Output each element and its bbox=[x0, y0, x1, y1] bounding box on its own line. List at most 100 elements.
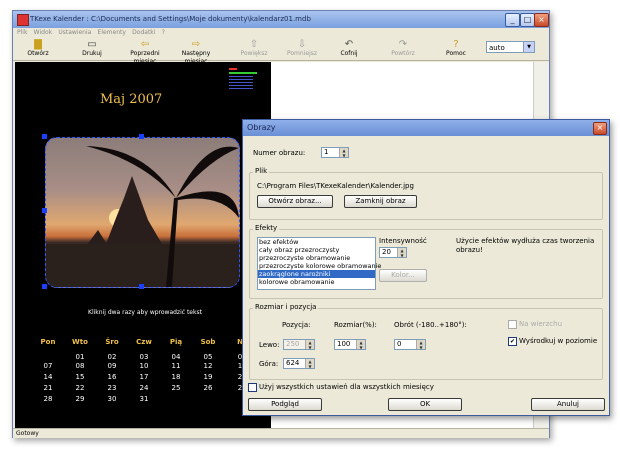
list-item[interactable]: kolorowe obramowanie bbox=[258, 278, 375, 286]
day-cell: 04 bbox=[171, 353, 181, 361]
close-button[interactable]: × bbox=[534, 13, 549, 27]
intensity-stepper[interactable]: 20 ▲ ▼ bbox=[379, 247, 407, 258]
effects-listbox[interactable]: bez efektów cały obraz przezroczysty prz… bbox=[257, 237, 381, 290]
dialog-title-bar[interactable]: Obrazy × bbox=[243, 120, 609, 136]
menu-elements[interactable]: Elementy bbox=[98, 28, 126, 38]
day-cell: 22 bbox=[75, 384, 85, 392]
resize-handle-n[interactable] bbox=[139, 134, 144, 139]
resize-handle-nw[interactable] bbox=[42, 134, 47, 139]
redo-label: Powtórz bbox=[391, 50, 415, 57]
day-cell: 26 bbox=[203, 384, 213, 392]
image-number-value: 1 bbox=[324, 148, 329, 156]
menu-settings[interactable]: Ustawienia bbox=[58, 28, 91, 38]
menu-file[interactable]: Plik bbox=[17, 28, 27, 38]
day-cell: 09 bbox=[107, 362, 117, 370]
shrink-button[interactable]: ⇩ Pomniejsz bbox=[283, 39, 321, 59]
cancel-button[interactable]: Anuluj bbox=[531, 398, 605, 411]
spin-arrows-icon: ▲ ▼ bbox=[397, 248, 406, 258]
next-month-button[interactable]: ⇨ Następny miesiąc bbox=[171, 39, 221, 65]
left-position-stepper[interactable]: 250 ▲ ▼ bbox=[283, 339, 315, 350]
images-dialog: Obrazy × Numer obrazu: 1 ▲ ▼ Plik C:\Prog… bbox=[242, 119, 610, 416]
list-item[interactable]: przezroczyste kolorowe obramowanie bbox=[258, 262, 381, 270]
rotation-value: 0 bbox=[397, 340, 402, 348]
rotation-stepper[interactable]: 0 ▲ ▼ bbox=[394, 339, 426, 350]
day-cell bbox=[197, 395, 219, 406]
left-label: Lewo: bbox=[259, 341, 280, 349]
menu-addons[interactable]: Dodatki bbox=[132, 28, 155, 38]
day-cell: 05 bbox=[203, 353, 213, 361]
use-all-months-checkbox[interactable] bbox=[248, 383, 257, 392]
day-cell: 12 bbox=[203, 362, 213, 370]
sunset-temple-image bbox=[46, 146, 239, 287]
day-cell: 03 bbox=[139, 353, 149, 361]
zoom-select[interactable]: auto ▼ bbox=[486, 41, 535, 53]
day-cell: 25 bbox=[171, 384, 181, 392]
title-bar[interactable]: TKexe Kalender : C:\Documents and Settin… bbox=[13, 11, 549, 28]
help-icon: ? bbox=[453, 39, 459, 50]
arrow-left-icon: ⇦ bbox=[140, 39, 150, 50]
spin-arrows-icon: ▲ ▼ bbox=[339, 148, 348, 158]
list-item-selected[interactable]: zaokrąglone narożniki bbox=[258, 270, 375, 278]
undo-label: Cofnij bbox=[340, 50, 358, 57]
print-button[interactable]: ▭ Drukuj bbox=[77, 39, 107, 59]
week-row: 28 29 30 31 bbox=[37, 395, 251, 406]
minimize-button[interactable]: _ bbox=[505, 13, 520, 27]
rotation-label: Obrót (-180..+180°): bbox=[394, 321, 467, 329]
size-position-group-label: Rozmiar i pozycja bbox=[253, 303, 319, 311]
menu-help[interactable]: ? bbox=[162, 28, 165, 38]
calendar-photo[interactable] bbox=[45, 137, 240, 288]
color-button[interactable]: Kolor... bbox=[379, 269, 427, 282]
effects-group-label: Efekty bbox=[253, 224, 280, 232]
spin-arrows-icon: ▲ ▼ bbox=[305, 340, 314, 350]
maximize-button[interactable]: □ bbox=[520, 13, 535, 27]
day-cell: 02 bbox=[107, 353, 117, 361]
list-item[interactable]: przezroczyste obramowanie bbox=[258, 254, 375, 262]
resize-handle-w[interactable] bbox=[42, 208, 47, 213]
size-stepper[interactable]: 100 ▲ ▼ bbox=[334, 339, 366, 350]
text-hint[interactable]: Kliknij dwa razy aby wprowadzić tekst bbox=[70, 309, 220, 316]
menu-bar: Plik Widok Ustawienia Elementy Dodatki ? bbox=[13, 28, 549, 38]
redo-button[interactable]: ↷ Powtórz bbox=[387, 39, 419, 59]
list-item[interactable]: cały obraz przezroczysty bbox=[258, 246, 375, 254]
top-position-stepper[interactable]: 624 ▲ ▼ bbox=[283, 358, 315, 369]
preview-button[interactable]: Podgląd bbox=[248, 398, 322, 411]
week-row: 21 22 23 24 25 26 2 bbox=[37, 384, 251, 395]
center-horizontal-checkbox[interactable]: ✔ bbox=[508, 337, 517, 346]
mini-calendar-preview bbox=[229, 68, 261, 90]
day-cell: 01 bbox=[75, 353, 85, 361]
resize-handle-sw[interactable] bbox=[42, 284, 47, 289]
undo-button[interactable]: ↶ Cofnij bbox=[333, 39, 365, 59]
menu-view[interactable]: Widok bbox=[34, 28, 52, 38]
day-cell: 07 bbox=[43, 362, 53, 370]
open-image-button[interactable]: Otwórz obraz... bbox=[257, 195, 333, 208]
close-image-button[interactable]: Zamknij obraz bbox=[344, 195, 417, 208]
image-number-stepper[interactable]: 1 ▲ ▼ bbox=[321, 147, 349, 158]
zoom-value: auto bbox=[489, 44, 505, 52]
open-button[interactable]: ▇ Otwórz bbox=[23, 39, 53, 59]
intensity-label: Intensywność bbox=[379, 237, 427, 245]
prev-month-button[interactable]: ⇦ Poprzedni miesiąc bbox=[119, 39, 171, 65]
calendar-grid: Pon Wto Śro Czw Pią Sob N 01 02 03 04 05… bbox=[37, 338, 251, 406]
day-cell: 15 bbox=[75, 373, 85, 381]
window-title: TKexe Kalender : C:\Documents and Settin… bbox=[30, 15, 311, 23]
month-title[interactable]: Maj 2007 bbox=[100, 92, 162, 107]
top-position-value: 624 bbox=[286, 359, 300, 367]
day-cell bbox=[165, 395, 187, 406]
dialog-close-button[interactable]: × bbox=[593, 122, 607, 135]
day-cell: 18 bbox=[171, 373, 181, 381]
status-text: Gotowy bbox=[16, 430, 39, 437]
day-cell: 11 bbox=[171, 362, 181, 370]
on-top-checkbox[interactable] bbox=[508, 320, 517, 329]
toolbar: ▇ Otwórz ▭ Drukuj ⇦ Poprzedni miesiąc ⇨ … bbox=[13, 38, 549, 65]
ok-button[interactable]: OK bbox=[388, 398, 462, 411]
day-name: Pią bbox=[169, 338, 183, 346]
day-cell: 16 bbox=[107, 373, 117, 381]
arrow-right-icon: ⇨ bbox=[191, 39, 201, 50]
enlarge-button[interactable]: ⇧ Powiększ bbox=[237, 39, 271, 59]
list-item[interactable]: bez efektów bbox=[258, 238, 375, 246]
help-button[interactable]: ? Pomoc bbox=[441, 39, 471, 59]
center-horizontal-label: Wyśrodkuj w poziomie bbox=[519, 337, 598, 345]
printer-icon: ▭ bbox=[87, 39, 97, 50]
resize-handle-s[interactable] bbox=[139, 284, 144, 289]
shrink-label: Pomniejsz bbox=[286, 50, 318, 57]
